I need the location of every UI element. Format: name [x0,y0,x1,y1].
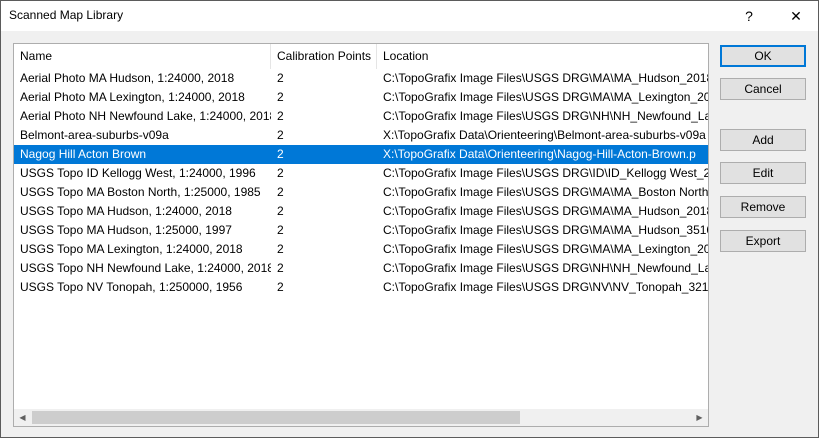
help-icon: ? [745,8,753,24]
cell-calibration-points: 2 [277,109,284,123]
cell-name: USGS Topo ID Kellogg West, 1:24000, 1996 [20,166,256,180]
scroll-left-icon[interactable]: ◀ [14,409,31,426]
table-row[interactable]: USGS Topo MA Boston North, 1:25000, 1985… [14,183,708,202]
table-row[interactable]: Belmont-area-suburbs-v09a 2 X:\TopoGrafix … [14,126,708,145]
cell-location: C:\TopoGrafix Image Files\USGS DRG\MA\MA… [383,185,708,199]
column-header-location[interactable]: Location [377,44,708,69]
cell-name: Aerial Photo MA Hudson, 1:24000, 2018 [20,71,235,85]
table-row[interactable]: Nagog Hill Acton Brown 2 X:\TopoGrafix Dat… [14,145,708,164]
title-bar: Scanned Map Library ? ✕ [1,1,818,31]
cell-name: Aerial Photo MA Lexington, 1:24000, 2018 [20,90,245,104]
table-row[interactable]: Aerial Photo MA Lexington, 1:24000, 2018… [14,88,708,107]
ok-button[interactable]: OK [720,45,806,67]
cell-calibration-points: 2 [277,223,284,237]
scrollbar-thumb[interactable] [32,411,520,424]
table-row[interactable]: USGS Topo ID Kellogg West, 1:24000, 1996… [14,164,708,183]
cell-name: Aerial Photo NH Newfound Lake, 1:24000, … [20,109,271,123]
table-row[interactable]: USGS Topo NV Tonopah, 1:250000, 1956 2 C:\… [14,278,708,297]
cell-location: C:\TopoGrafix Image Files\USGS DRG\MA\MA… [383,71,708,85]
cell-location: C:\TopoGrafix Image Files\USGS DRG\MA\MA… [383,204,708,218]
help-button[interactable]: ? [726,1,772,31]
horizontal-scrollbar[interactable]: ◀ ▶ [14,409,708,426]
window-title: Scanned Map Library [9,8,124,22]
close-button[interactable]: ✕ [773,1,819,31]
cell-name: USGS Topo NH Newfound Lake, 1:24000, 201… [20,261,271,275]
cell-location: C:\TopoGrafix Image Files\USGS DRG\MA\MA… [383,223,708,237]
table-row[interactable]: Aerial Photo NH Newfound Lake, 1:24000, … [14,107,708,126]
close-icon: ✕ [790,7,802,24]
cell-calibration-points: 2 [277,90,284,104]
cell-location: X:\TopoGrafix Data\Orienteering\Nagog-Hi… [383,147,696,161]
cell-location: C:\TopoGrafix Image Files\USGS DRG\NV\NV… [383,280,708,294]
remove-button[interactable]: Remove [720,196,806,218]
cell-name: USGS Topo MA Lexington, 1:24000, 2018 [20,242,243,256]
export-button[interactable]: Export [720,230,806,252]
cell-calibration-points: 2 [277,166,284,180]
cell-calibration-points: 2 [277,128,284,142]
cell-location: X:\TopoGrafix Data\Orienteering\Belmont-… [383,128,706,142]
cell-calibration-points: 2 [277,71,284,85]
list-header: Name Calibration Points Location [14,44,708,69]
cell-location: C:\TopoGrafix Image Files\USGS DRG\ID\ID… [383,166,708,180]
cell-calibration-points: 2 [277,204,284,218]
table-row[interactable]: USGS Topo MA Hudson, 1:25000, 1997 2 C:\To… [14,221,708,240]
cell-location: C:\TopoGrafix Image Files\USGS DRG\MA\MA… [383,90,708,104]
cell-name: USGS Topo MA Boston North, 1:25000, 1985 [20,185,261,199]
table-row[interactable]: USGS Topo NH Newfound Lake, 1:24000, 201… [14,259,708,278]
cell-calibration-points: 2 [277,280,284,294]
cell-calibration-points: 2 [277,185,284,199]
map-list[interactable]: Name Calibration Points Location Aerial … [13,43,709,427]
cell-location: C:\TopoGrafix Image Files\USGS DRG\MA\MA… [383,242,708,256]
cell-name: USGS Topo MA Hudson, 1:24000, 2018 [20,204,232,218]
cell-location: C:\TopoGrafix Image Files\USGS DRG\NH\NH… [383,261,708,275]
cell-location: C:\TopoGrafix Image Files\USGS DRG\NH\NH… [383,109,708,123]
column-header-calibration-points[interactable]: Calibration Points [271,44,377,69]
column-header-name[interactable]: Name [14,44,271,69]
scroll-right-icon[interactable]: ▶ [691,409,708,426]
cell-calibration-points: 2 [277,261,284,275]
cancel-button[interactable]: Cancel [720,78,806,100]
cell-name: USGS Topo NV Tonopah, 1:250000, 1956 [20,280,243,294]
cell-name: Belmont-area-suburbs-v09a [20,128,169,142]
add-button[interactable]: Add [720,129,806,151]
scanned-map-library-dialog: Scanned Map Library ? ✕ Name Calibration… [0,0,819,438]
table-row[interactable]: Aerial Photo MA Hudson, 1:24000, 2018 2 C:… [14,69,708,88]
table-row[interactable]: USGS Topo MA Lexington, 1:24000, 2018 2 C:… [14,240,708,259]
table-row[interactable]: USGS Topo MA Hudson, 1:24000, 2018 2 C:\To… [14,202,708,221]
cell-calibration-points: 2 [277,147,284,161]
cell-name: Nagog Hill Acton Brown [20,147,147,161]
cell-calibration-points: 2 [277,242,284,256]
edit-button[interactable]: Edit [720,162,806,184]
cell-name: USGS Topo MA Hudson, 1:25000, 1997 [20,223,232,237]
